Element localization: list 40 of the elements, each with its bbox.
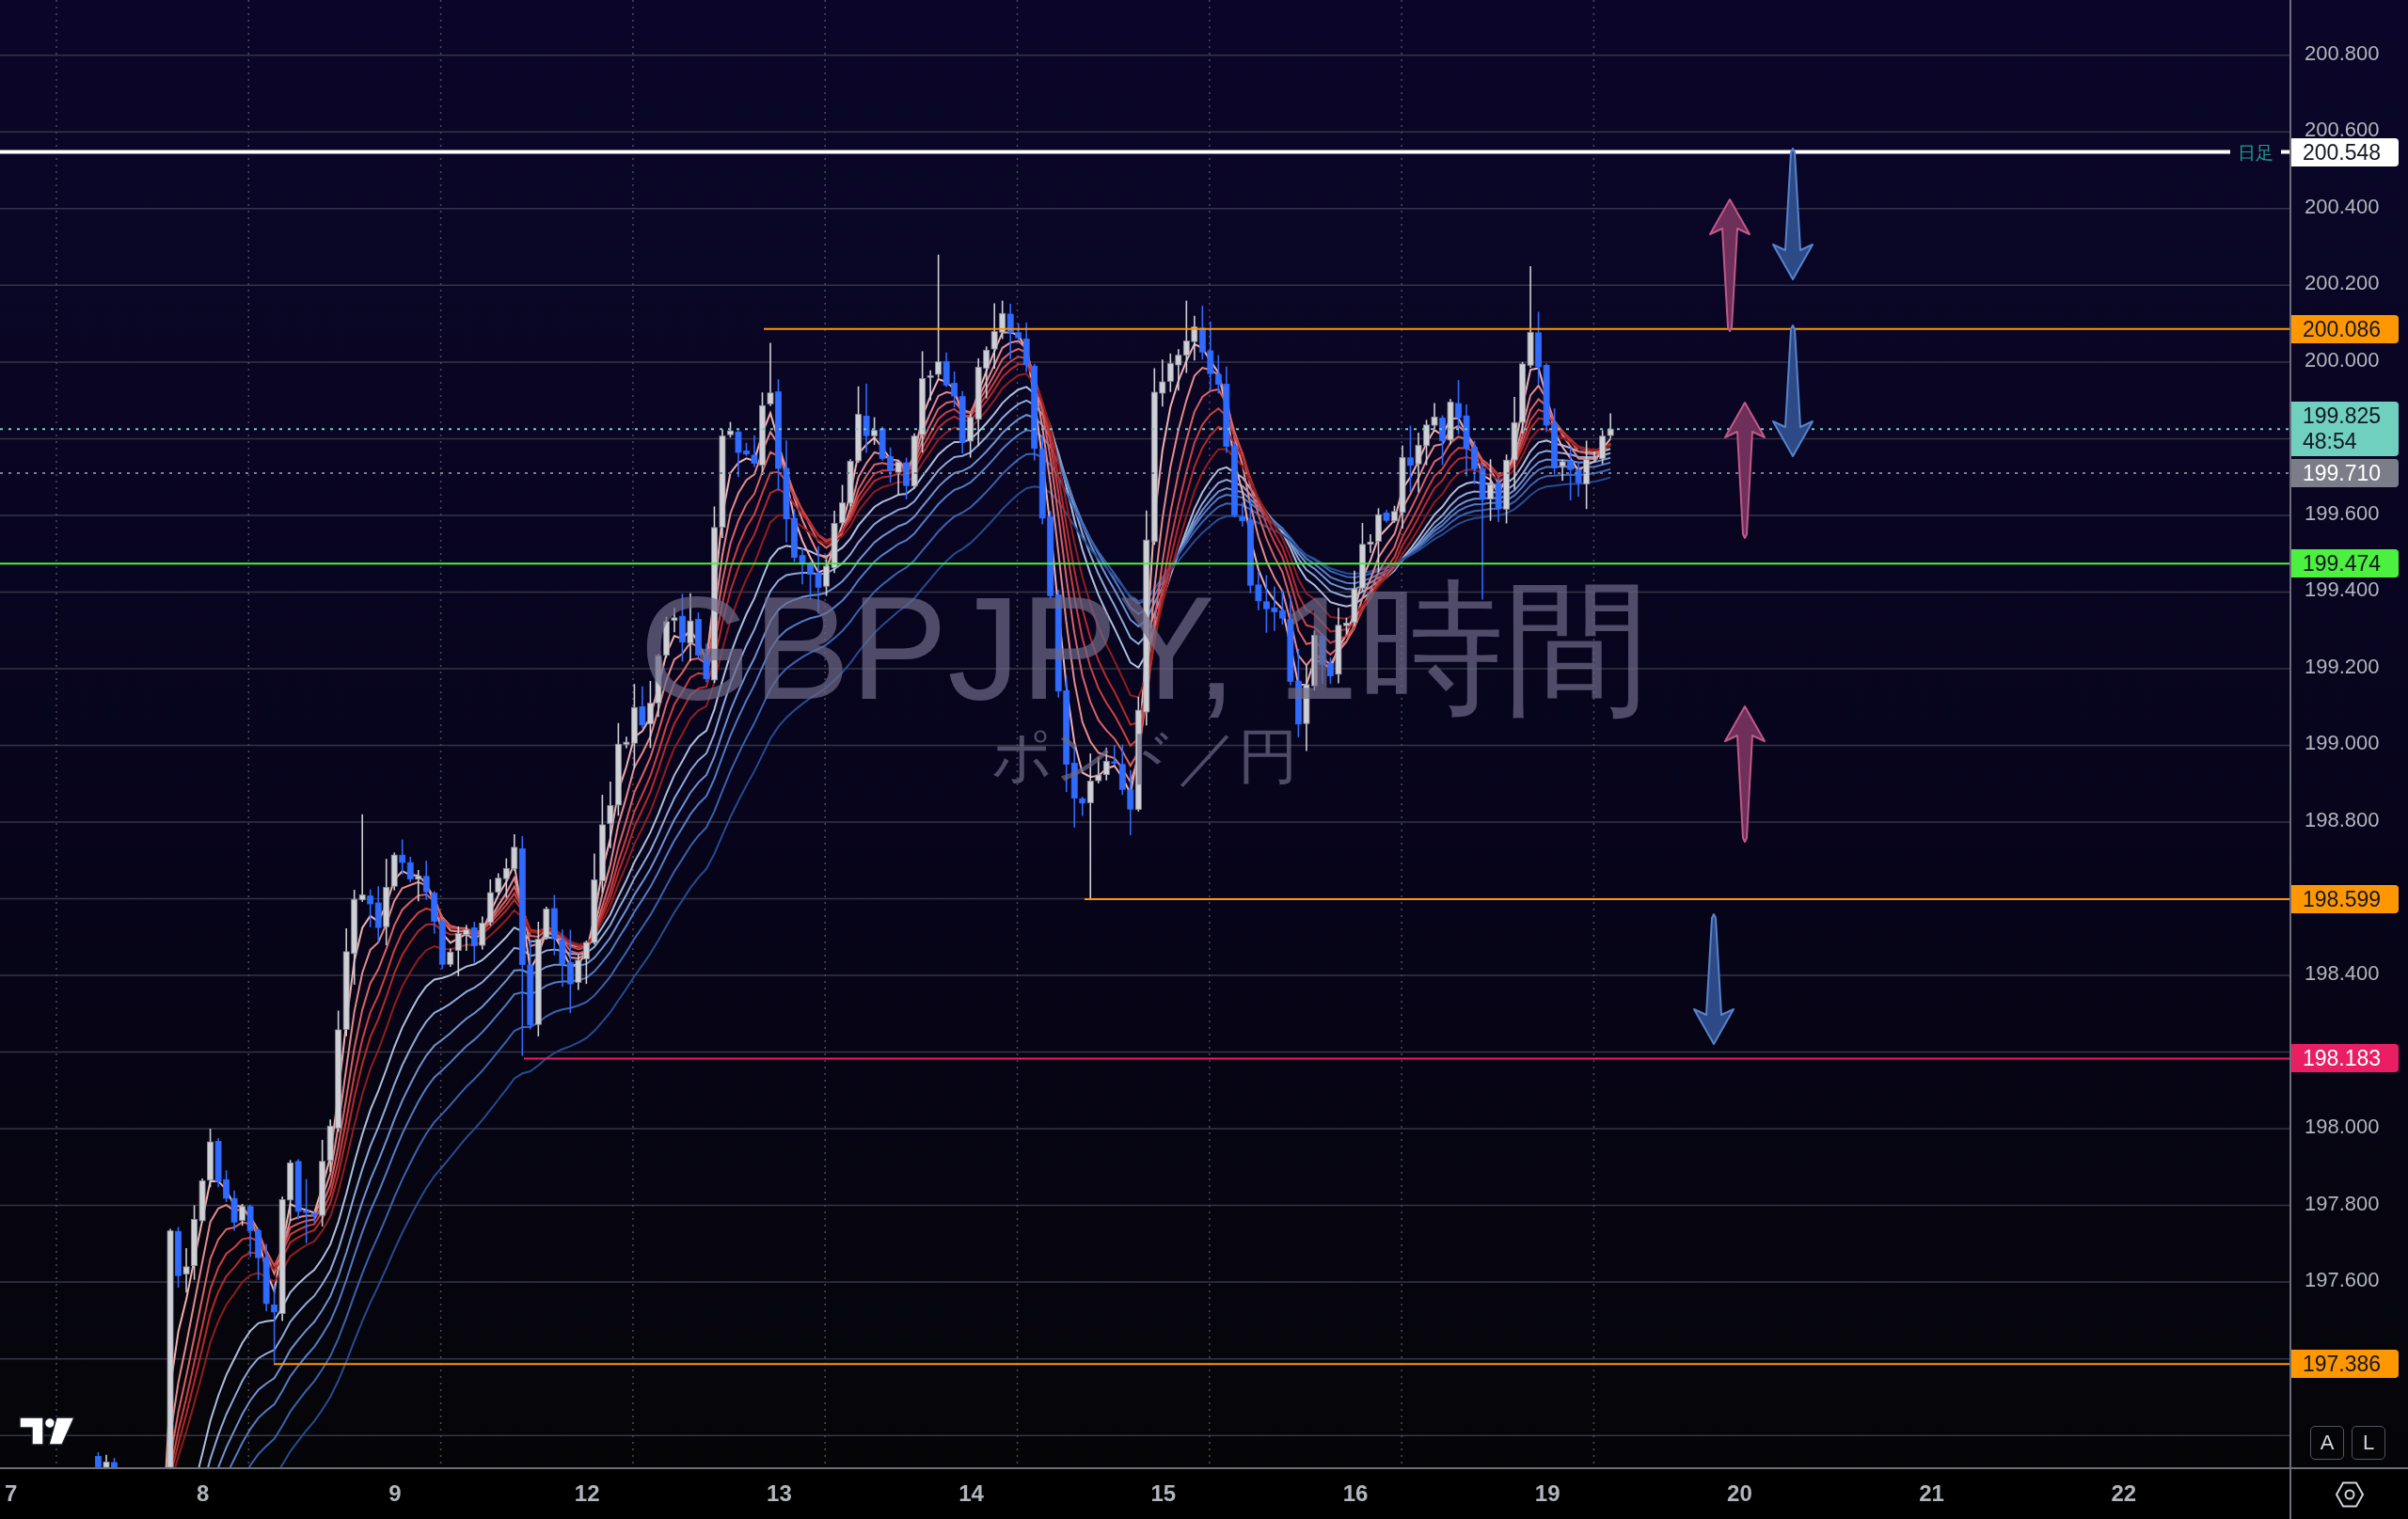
countdown-text: 48:54 xyxy=(2303,429,2358,455)
time-axis-label: 20 xyxy=(1727,1480,1752,1507)
price-axis-label: 199.600 xyxy=(2305,505,2380,521)
time-axis-label: 16 xyxy=(1342,1480,1369,1507)
price-axis-label: 198.400 xyxy=(2305,965,2380,981)
time-axis-label: 9 xyxy=(388,1480,402,1507)
price-badge: 198.183 xyxy=(2291,1044,2399,1073)
price-badge: 199.710 xyxy=(2291,459,2399,488)
price-axis-label: 198.800 xyxy=(2305,812,2380,828)
time-axis-label: 22 xyxy=(2111,1480,2137,1507)
price-axis-label: 200.600 xyxy=(2305,121,2380,137)
time-axis-label: 15 xyxy=(1150,1480,1177,1507)
level-note: 日足 xyxy=(2238,142,2273,163)
time-axis-label: 14 xyxy=(958,1480,984,1507)
price-axis-label: 199.400 xyxy=(2305,582,2380,598)
price-axis-label: 197.800 xyxy=(2305,1195,2380,1211)
price-axis-label: 199.200 xyxy=(2305,658,2380,674)
price-axis-label: 200.000 xyxy=(2305,352,2380,368)
price-axis-label: 200.200 xyxy=(2305,275,2380,291)
price-axis-label: 200.400 xyxy=(2305,198,2380,214)
time-axis-label: 8 xyxy=(197,1480,210,1507)
price-badge: 200.548 xyxy=(2291,137,2399,166)
scale-button[interactable]: L xyxy=(2352,1426,2385,1460)
price-axis-label: 198.000 xyxy=(2305,1118,2380,1134)
logo-icon xyxy=(19,1416,76,1446)
price-badge: 198.599 xyxy=(2291,884,2399,913)
time-axis-label: 7 xyxy=(4,1480,18,1507)
scale-button[interactable]: A xyxy=(2310,1426,2344,1460)
price-badge: 199.474 xyxy=(2291,549,2399,578)
price-axis-label: 199.000 xyxy=(2305,736,2380,752)
time-axis-label: 21 xyxy=(1919,1480,1944,1507)
settings-icon[interactable] xyxy=(2336,1479,2364,1509)
time-axis-label: 12 xyxy=(574,1480,600,1507)
time-axis-label: 13 xyxy=(767,1480,792,1507)
price-badge: 200.086 xyxy=(2291,314,2399,343)
price-badge: 197.386 xyxy=(2291,1350,2399,1379)
time-axis-label: 19 xyxy=(1534,1480,1560,1507)
price-text: 199.825 xyxy=(2303,403,2383,430)
price-axis-label: 197.600 xyxy=(2305,1272,2380,1288)
price-axis-label: 200.800 xyxy=(2305,45,2380,61)
